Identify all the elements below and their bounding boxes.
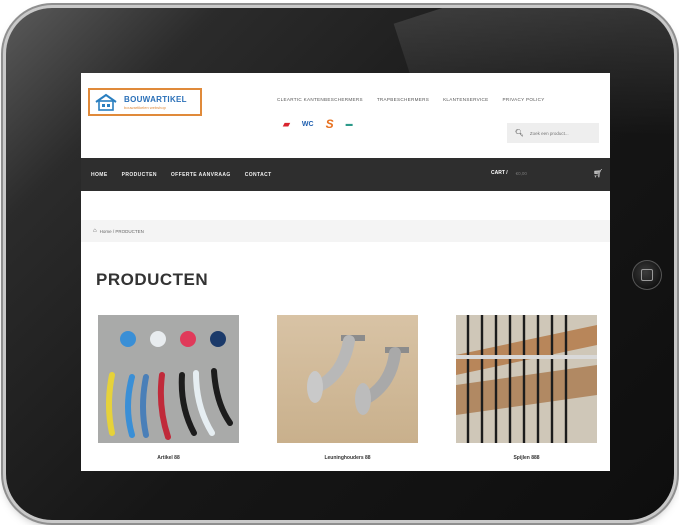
nav-item-contact[interactable]: CONTACT — [245, 172, 272, 178]
main-nav: HOME PRODUCTEN OFFERTE AANVRAAG CONTACT … — [81, 158, 610, 191]
page-title: PRODUCTEN — [96, 270, 209, 289]
product-name[interactable]: Leuninghouders 88 — [277, 455, 418, 461]
product-card[interactable]: Artikel 88 — [98, 315, 239, 461]
nav-item-home[interactable]: HOME — [91, 172, 108, 178]
product-image[interactable] — [98, 315, 239, 443]
logo-tagline: bouwartikelen webshop — [124, 104, 166, 110]
cart-icon[interactable]: 🛒︎ — [593, 169, 603, 178]
brand-1-logo[interactable]: ▰ — [283, 119, 290, 130]
brand-logos: ▰ WC S ▬ — [283, 117, 353, 131]
top-link-privacy[interactable]: PRIVACY POLICY — [503, 97, 545, 102]
nav-item-producten[interactable]: PRODUCTEN — [122, 172, 157, 178]
product-name[interactable]: Artikel 88 — [98, 455, 239, 461]
browser-screen: BOUWARTIKEL bouwartikelen webshop CLEART… — [81, 73, 610, 471]
top-links: CLEARTIC KANTENBESCHERMERS TRAPBESCHERME… — [277, 97, 545, 102]
cart-amount: €0,00 — [515, 170, 527, 176]
house-logo-icon — [92, 90, 120, 114]
tablet-frame: BOUWARTIKEL bouwartikelen webshop CLEART… — [6, 8, 674, 520]
cart-link[interactable]: CART / €0,00 — [491, 170, 527, 176]
product-card[interactable]: Spijlen 888 — [456, 315, 597, 461]
top-link-kantenbeschermers[interactable]: CLEARTIC KANTENBESCHERMERS — [277, 97, 363, 102]
home-button-icon[interactable] — [632, 260, 662, 290]
product-image[interactable] — [456, 315, 597, 443]
search-input[interactable] — [527, 129, 592, 137]
home-icon[interactable]: ⌂ — [93, 228, 97, 234]
site-logo[interactable]: BOUWARTIKEL bouwartikelen webshop — [88, 88, 202, 116]
logo-name: BOUWARTIKEL — [124, 94, 187, 104]
breadcrumb-text[interactable]: Home / PRODUCTEN — [100, 229, 144, 234]
brand-3-logo[interactable]: S — [326, 117, 334, 131]
cart-label: CART / — [491, 170, 508, 176]
product-card[interactable]: Leuninghouders 88 — [277, 315, 418, 461]
product-image[interactable] — [277, 315, 418, 443]
brand-4-logo[interactable]: ▬ — [346, 121, 353, 128]
top-link-trapbeschermers[interactable]: TRAPBESCHERMERS — [377, 97, 429, 102]
product-name[interactable]: Spijlen 888 — [456, 455, 597, 461]
breadcrumb: ⌂ Home / PRODUCTEN — [81, 220, 610, 242]
top-link-klantenservice[interactable]: KLANTENSERVICE — [443, 97, 488, 102]
search-box[interactable]: 🔍︎ — [507, 123, 599, 143]
nav-item-offerte[interactable]: OFFERTE AANVRAAG — [171, 172, 231, 178]
search-icon[interactable]: 🔍︎ — [515, 129, 524, 137]
brand-2-logo[interactable]: WC — [302, 121, 314, 128]
site-header: BOUWARTIKEL bouwartikelen webshop CLEART… — [81, 73, 610, 158]
